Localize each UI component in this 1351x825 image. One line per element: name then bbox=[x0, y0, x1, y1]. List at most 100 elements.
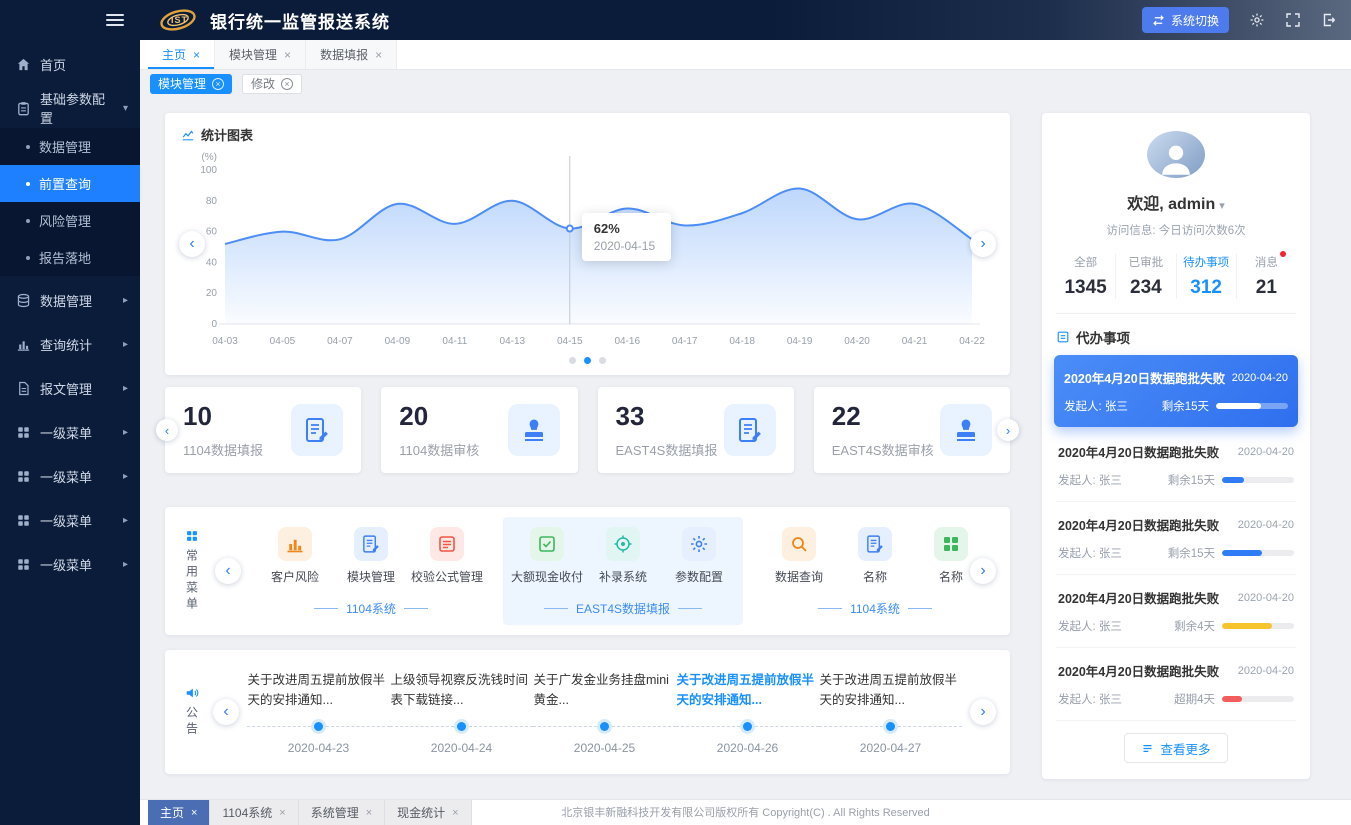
app-title: 银行统一监管报送系统 bbox=[210, 8, 390, 33]
announcement-item[interactable]: 关于改进周五提前放假半天的安排通知... 2020-04-23 bbox=[247, 670, 390, 755]
stat-messages[interactable]: 消息 21 bbox=[1237, 254, 1296, 299]
sidebar-item-level1-menu-3[interactable]: 一级菜单 ▸ bbox=[0, 500, 140, 540]
quick-menu-item-label: 校验公式管理 bbox=[411, 568, 483, 585]
stat-label: 1104数据审核 bbox=[399, 440, 479, 459]
database-icon bbox=[16, 293, 31, 308]
sidebar-item-basic-params[interactable]: 基础参数配置 ▾ bbox=[0, 88, 140, 128]
chevron-down-icon: ▾ bbox=[123, 103, 128, 114]
grid-icon bbox=[16, 557, 31, 572]
home-icon bbox=[16, 57, 31, 72]
sidebar-subitem-front-query[interactable]: 前置查询 bbox=[0, 165, 140, 202]
view-more-button[interactable]: 查看更多 bbox=[1124, 733, 1227, 763]
footer-tab-home[interactable]: 主页× bbox=[148, 800, 210, 825]
quick-menu-item-supplement-system[interactable]: 补录系统 bbox=[585, 527, 661, 598]
close-icon[interactable]: × bbox=[212, 78, 224, 90]
sidebar-item-level1-menu-2[interactable]: 一级菜单 ▸ bbox=[0, 456, 140, 496]
footer-tab-cash-stats[interactable]: 现金统计× bbox=[385, 800, 471, 825]
stat-card-1104-review[interactable]: 20 1104数据审核 bbox=[381, 387, 577, 473]
close-icon[interactable]: × bbox=[191, 807, 197, 819]
quick-menu-item-module-management[interactable]: 模块管理 bbox=[333, 527, 409, 598]
todo-item[interactable]: 2020年4月20日数据跑批失败2020-04-20 发起人: 张三 超期4天 bbox=[1056, 648, 1296, 721]
quick-menu-next-button[interactable]: › bbox=[970, 558, 996, 584]
announcements-next-button[interactable]: › bbox=[970, 699, 996, 725]
announcement-item[interactable]: 关于广发金业务挂盘mini黄金... 2020-04-25 bbox=[533, 670, 676, 755]
tab-module-management[interactable]: 模块管理× bbox=[215, 40, 306, 69]
sidebar: 首页 基础参数配置 ▾ 数据管理 前置查询 风险管理 bbox=[0, 0, 140, 825]
sidebar-item-query-stats[interactable]: 查询统计 ▸ bbox=[0, 324, 140, 364]
tag-module-management[interactable]: 模块管理× bbox=[150, 74, 232, 94]
gear-icon[interactable] bbox=[1249, 12, 1265, 28]
hamburger-icon[interactable] bbox=[106, 11, 124, 29]
quick-menu-group-caption: 1104系统 bbox=[257, 598, 485, 617]
close-icon[interactable]: × bbox=[375, 48, 382, 62]
quick-menu-item-data-query[interactable]: 数据查询 bbox=[761, 527, 837, 598]
close-icon[interactable]: × bbox=[193, 48, 200, 62]
announcements-side-label: 公告 bbox=[179, 686, 205, 738]
announcements-prev-button[interactable]: ‹ bbox=[213, 699, 239, 725]
panel-icon bbox=[430, 527, 464, 561]
quick-menu-item-name-1[interactable]: 名称 bbox=[837, 527, 913, 598]
tab-data-entry[interactable]: 数据填报× bbox=[306, 40, 397, 69]
sidebar-item-level1-menu-1[interactable]: 一级菜单 ▸ bbox=[0, 412, 140, 452]
announcement-text: 关于改进周五提前放假半天的安排通知... bbox=[820, 670, 962, 710]
chart-tooltip: 62% 2020-04-15 bbox=[582, 213, 671, 261]
stat-all[interactable]: 全部 1345 bbox=[1056, 254, 1116, 299]
todo-item[interactable]: 2020年4月20日数据跑批失败2020-04-20 发起人: 张三 剩余4天 bbox=[1056, 575, 1296, 648]
stat-card-east4s-review[interactable]: 22 EAST4S数据审核 bbox=[814, 387, 1010, 473]
stats-prev-button[interactable]: ‹ bbox=[156, 419, 178, 441]
carousel-dot-active[interactable] bbox=[584, 357, 591, 364]
stat-card-east4s-entry[interactable]: 33 EAST4S数据填报 bbox=[598, 387, 794, 473]
carousel-dot[interactable] bbox=[599, 357, 606, 364]
tag-edit[interactable]: 修改× bbox=[242, 74, 302, 94]
sidebar-item-message-management[interactable]: 报文管理 ▸ bbox=[0, 368, 140, 408]
quick-menu-item-formula-check[interactable]: 校验公式管理 bbox=[409, 527, 485, 598]
close-icon[interactable]: × bbox=[452, 807, 458, 819]
quick-menu-prev-button[interactable]: ‹ bbox=[215, 558, 241, 584]
close-icon[interactable]: × bbox=[284, 48, 291, 62]
chart-prev-button[interactable]: ‹ bbox=[179, 231, 205, 257]
quick-menu-item-label: 名称 bbox=[939, 568, 963, 585]
todo-item[interactable]: 2020年4月20日数据跑批失败2020-04-20 发起人: 张三 剩余15天 bbox=[1056, 502, 1296, 575]
stat-approved[interactable]: 已审批 234 bbox=[1116, 254, 1176, 299]
app-logo: IST bbox=[156, 6, 200, 34]
gear-icon bbox=[682, 527, 716, 561]
quick-menu-item-cash-payment[interactable]: 大额现金收付 bbox=[509, 527, 585, 598]
announcement-item[interactable]: 上级领导视察反洗钱时间表下载链接... 2020-04-24 bbox=[390, 670, 533, 755]
sidebar-item-home[interactable]: 首页 bbox=[0, 44, 140, 84]
todo-item[interactable]: 2020年4月20日数据跑批失败2020-04-20 发起人: 张三 剩余15天 bbox=[1056, 429, 1296, 502]
sidebar-item-data-management[interactable]: 数据管理 ▸ bbox=[0, 280, 140, 320]
tab-home[interactable]: 主页× bbox=[148, 40, 215, 69]
chevron-down-icon[interactable]: ▾ bbox=[1219, 200, 1225, 212]
close-icon[interactable]: × bbox=[366, 807, 372, 819]
svg-text:40: 40 bbox=[206, 257, 218, 268]
close-icon[interactable]: × bbox=[279, 807, 285, 819]
stat-todo[interactable]: 待办事项 312 bbox=[1177, 254, 1237, 299]
carousel-dot[interactable] bbox=[569, 357, 576, 364]
logout-icon[interactable] bbox=[1321, 12, 1337, 28]
sidebar-subitem-report-landing[interactable]: 报告落地 bbox=[0, 239, 140, 276]
sidebar-item-label: 一级菜单 bbox=[40, 467, 92, 486]
system-switch-button[interactable]: 系统切换 bbox=[1142, 7, 1229, 33]
stats-next-button[interactable]: › bbox=[997, 419, 1019, 441]
quick-menu-item-param-config[interactable]: 参数配置 bbox=[661, 527, 737, 598]
stat-card-1104-entry[interactable]: 10 1104数据填报 bbox=[165, 387, 361, 473]
sidebar-subitem-risk-management[interactable]: 风险管理 bbox=[0, 202, 140, 239]
todo-item-highlighted[interactable]: 2020年4月20日数据跑批失败2020-04-20 发起人: 张三 剩余15天 bbox=[1054, 355, 1298, 427]
chart-next-button[interactable]: › bbox=[970, 231, 996, 257]
fullscreen-icon[interactable] bbox=[1285, 12, 1301, 28]
sidebar-subitem-label: 风险管理 bbox=[39, 211, 91, 230]
footer-tab-system[interactable]: 系统管理× bbox=[299, 800, 385, 825]
sidebar-item-level1-menu-4[interactable]: 一级菜单 ▸ bbox=[0, 544, 140, 584]
avatar[interactable] bbox=[1147, 131, 1205, 178]
quick-menu-item-customer-risk[interactable]: 客户风险 bbox=[257, 527, 333, 598]
welcome-text: 欢迎, admin▾ bbox=[1056, 190, 1296, 214]
stamp-icon bbox=[940, 404, 992, 456]
announcement-item[interactable]: 关于改进周五提前放假半天的安排通知... 2020-04-27 bbox=[819, 670, 962, 755]
sidebar-subitem-data-management[interactable]: 数据管理 bbox=[0, 128, 140, 165]
sidebar-subitem-label: 前置查询 bbox=[39, 174, 91, 193]
footer-tab-1104[interactable]: 1104系统× bbox=[210, 800, 298, 825]
stat-label: EAST4S数据审核 bbox=[832, 440, 934, 459]
chevron-right-icon: ▸ bbox=[123, 559, 128, 570]
close-icon[interactable]: × bbox=[281, 78, 293, 90]
announcement-item-highlighted[interactable]: 关于改进周五提前放假半天的安排通知... 2020-04-26 bbox=[676, 670, 819, 755]
